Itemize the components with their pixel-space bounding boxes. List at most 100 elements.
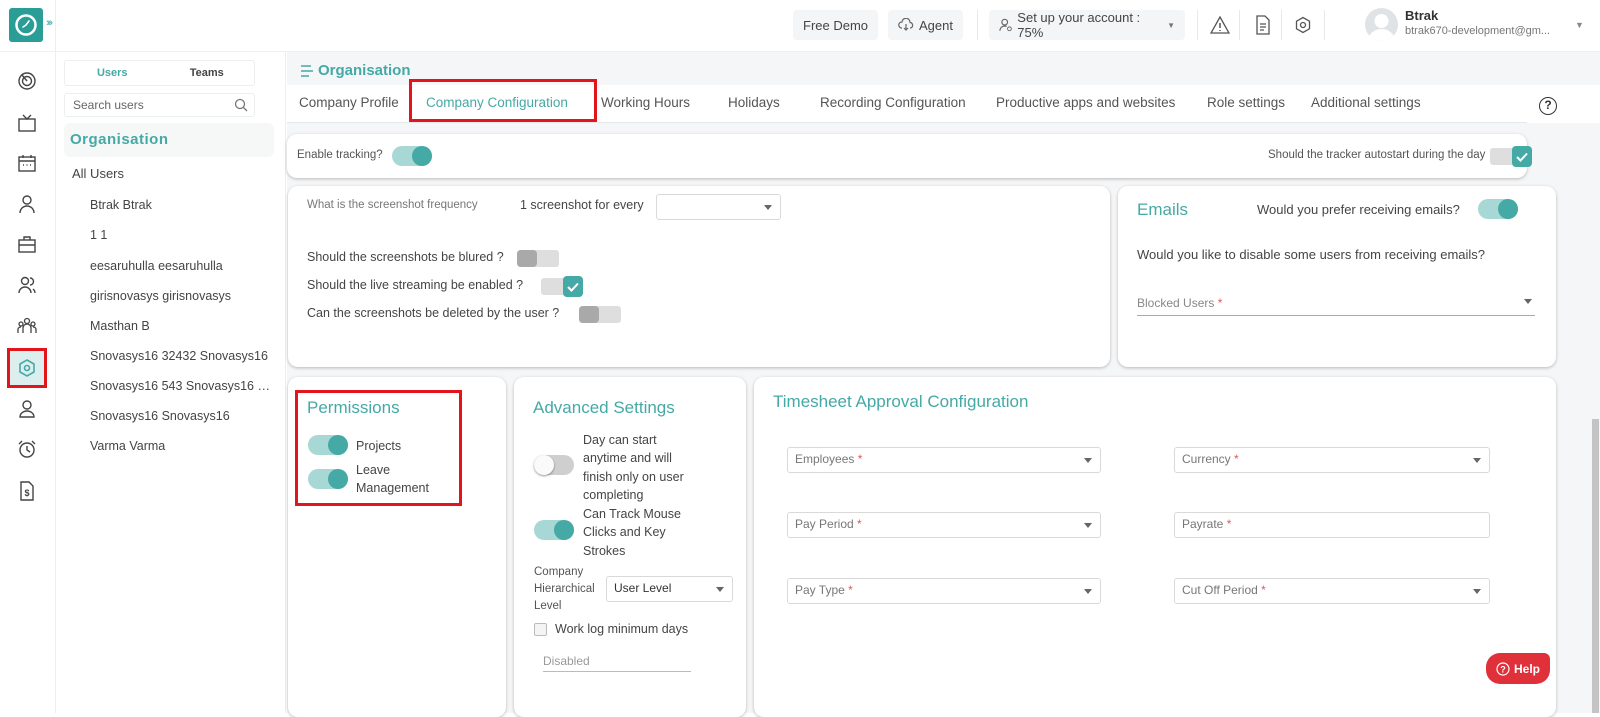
agent-button[interactable]: Agent: [888, 10, 963, 40]
rail-settings[interactable]: [7, 348, 47, 388]
tab-company-profile[interactable]: Company Profile: [299, 95, 399, 110]
breadcrumb-title: Organisation: [318, 62, 411, 79]
user-list-item[interactable]: Varma Varma: [90, 439, 270, 453]
hierarchy-label: Hierarchical: [534, 583, 595, 595]
invoice-icon: $: [20, 481, 34, 501]
chevron-down-icon: [716, 587, 724, 592]
pay-period-label: Pay Period *: [795, 517, 862, 531]
day-start-toggle[interactable]: [534, 455, 574, 475]
cut-off-period-select[interactable]: Cut Off Period *: [1174, 578, 1490, 604]
help-button[interactable]: ? Help: [1486, 653, 1550, 684]
delete-screenshots-toggle[interactable]: [579, 306, 621, 323]
document-icon[interactable]: [1252, 14, 1274, 36]
work-log-checkbox[interactable]: [534, 623, 547, 636]
prefer-emails-toggle[interactable]: [1478, 199, 1518, 219]
tab-teams[interactable]: Teams: [160, 61, 255, 85]
rail-profile[interactable]: [10, 392, 44, 426]
day-start-label: anytime and will: [583, 451, 672, 465]
user-list-item[interactable]: Btrak Btrak: [90, 198, 270, 212]
rail-invoice[interactable]: $: [10, 474, 44, 508]
rail-tv[interactable]: [10, 106, 44, 140]
menu-icon[interactable]: [300, 64, 314, 78]
employees-select[interactable]: Employees *: [787, 447, 1101, 473]
organisation-heading[interactable]: Organisation: [64, 123, 274, 157]
free-demo-button[interactable]: Free Demo: [793, 10, 879, 40]
blocked-users-select[interactable]: Blocked Users *: [1137, 294, 1535, 316]
pay-period-select[interactable]: Pay Period *: [787, 512, 1101, 538]
enable-tracking-label: Enable tracking?: [297, 149, 383, 161]
chevron-down-icon: [1524, 299, 1532, 304]
settings-icon[interactable]: [1292, 14, 1314, 36]
divider: [1197, 10, 1198, 40]
screenshot-frequency-select[interactable]: [656, 194, 781, 220]
pay-type-label: Pay Type *: [795, 583, 853, 597]
track-mouse-label: Can Track Mouse: [583, 507, 681, 521]
dashboard-icon: [18, 72, 36, 90]
currency-select[interactable]: Currency *: [1174, 447, 1490, 473]
users-panel: Users Teams Search users Organisation Al…: [56, 52, 286, 713]
enable-tracking-toggle[interactable]: [392, 146, 432, 166]
screenshot-frequency-prefix: 1 screenshot for every: [520, 198, 644, 212]
rail-team[interactable]: [10, 268, 44, 302]
rail-dashboard[interactable]: [10, 64, 44, 98]
tab-productive-apps[interactable]: Productive apps and websites: [996, 95, 1175, 110]
all-users-item[interactable]: All Users: [72, 166, 124, 181]
search-users-input[interactable]: Search users: [64, 93, 255, 117]
search-placeholder: Search users: [73, 98, 144, 112]
rail-group[interactable]: [10, 309, 44, 343]
avatar[interactable]: [1365, 8, 1398, 41]
screenshot-settings-card: What is the screenshot frequency 1 scree…: [288, 186, 1110, 367]
day-start-label: Day can start: [583, 433, 657, 447]
autostart-toggle[interactable]: [1490, 146, 1532, 167]
rail-alarm[interactable]: [10, 432, 44, 466]
hierarchy-level-select[interactable]: User Level: [606, 576, 733, 602]
tab-role-settings[interactable]: Role settings: [1207, 95, 1285, 110]
app-logo[interactable]: [9, 8, 43, 42]
blocked-users-label: Blocked Users *: [1137, 296, 1223, 310]
setup-account-button[interactable]: Set up your account : 75% ▼: [989, 10, 1185, 40]
screenshot-frequency-label: What is the screenshot frequency: [307, 199, 478, 211]
tab-working-hours[interactable]: Working Hours: [601, 95, 690, 110]
work-log-days-input[interactable]: Disabled: [543, 648, 691, 672]
warning-icon[interactable]: [1209, 14, 1231, 36]
divider: [1239, 10, 1240, 40]
expand-sidebar-icon[interactable]: ›››: [46, 17, 53, 29]
user-list-item[interactable]: girisnovasys girisnovasys: [90, 289, 270, 303]
pay-type-select[interactable]: Pay Type *: [787, 578, 1101, 604]
user-menu-chevron-icon[interactable]: ▼: [1575, 20, 1584, 30]
tab-holidays[interactable]: Holidays: [728, 95, 780, 110]
chevron-down-icon: [764, 205, 772, 210]
tab-additional-settings[interactable]: Additional settings: [1311, 95, 1421, 110]
emails-card: Emails Would you prefer receiving emails…: [1118, 186, 1556, 367]
help-question-icon[interactable]: ?: [1539, 97, 1557, 115]
rail-calendar[interactable]: [10, 146, 44, 180]
rail-briefcase[interactable]: [10, 227, 44, 261]
user-list-item[interactable]: eesaruhulla eesaruhulla: [90, 259, 270, 273]
briefcase-icon: [18, 236, 36, 253]
profile-icon: [19, 400, 35, 418]
blur-screenshots-toggle[interactable]: [517, 250, 559, 267]
user-list-item[interactable]: 1 1: [90, 228, 270, 242]
timesheet-title: Timesheet Approval Configuration: [773, 392, 1029, 411]
chevron-down-icon: [1084, 458, 1092, 463]
scrollbar-thumb[interactable]: [1592, 419, 1599, 713]
disable-emails-label: Would you like to disable some users fro…: [1137, 247, 1486, 262]
user-list-item[interactable]: Snovasys16 32432 Snovasys16: [90, 349, 270, 363]
tab-users[interactable]: Users: [65, 61, 160, 85]
tab-recording-configuration[interactable]: Recording Configuration: [820, 95, 966, 110]
users-teams-toggle: Users Teams: [64, 60, 255, 86]
payrate-input[interactable]: Payrate *: [1174, 512, 1490, 538]
user-list-item[interactable]: Snovasys16 Snovasys16: [90, 409, 270, 423]
settings-icon: [19, 359, 35, 377]
live-streaming-label: Should the live streaming be enabled ?: [307, 278, 524, 292]
rail-user[interactable]: [10, 187, 44, 221]
user-list-item[interactable]: Masthan B: [90, 319, 270, 333]
user-list-item[interactable]: Snovasys16 543 Snovasys16 Snovasys16: [90, 379, 270, 393]
check-icon: [567, 282, 579, 292]
track-mouse-label: Strokes: [583, 544, 626, 558]
live-streaming-toggle[interactable]: [541, 276, 583, 297]
tracking-card: Enable tracking? Should the tracker auto…: [287, 134, 1532, 178]
payrate-label: Payrate *: [1182, 517, 1232, 531]
track-mouse-toggle[interactable]: [534, 520, 574, 540]
hierarchy-label: Level: [534, 600, 562, 612]
